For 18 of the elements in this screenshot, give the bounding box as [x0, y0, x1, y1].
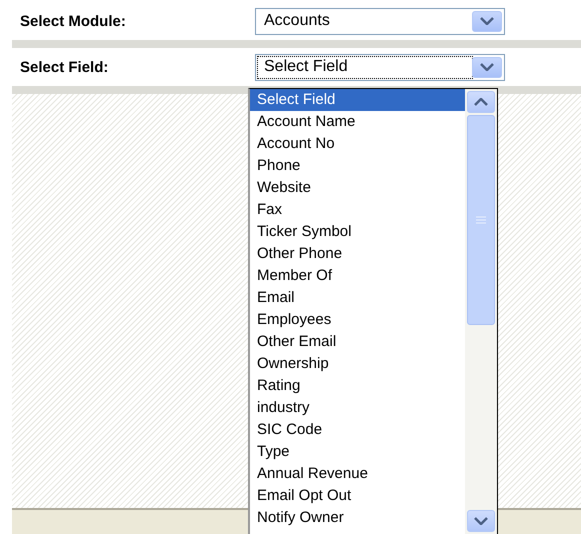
dropdown-arrow-button[interactable]	[472, 56, 502, 78]
dropdown-option[interactable]: Select Field	[250, 89, 465, 111]
chevron-down-icon	[480, 63, 494, 71]
chevron-down-icon	[480, 17, 494, 25]
select-value: Select Field	[258, 56, 472, 78]
grip-icon	[476, 216, 486, 224]
dropdown-select[interactable]: Select Field	[255, 54, 505, 80]
scroll-up-button[interactable]	[467, 91, 495, 113]
dropdown-select[interactable]: Accounts	[255, 8, 505, 34]
select-value: Accounts	[263, 11, 331, 31]
chevron-up-icon	[474, 98, 488, 106]
scroll-down-button[interactable]	[467, 510, 495, 532]
chevron-down-icon	[474, 517, 488, 525]
field-label: Select Field:	[19, 58, 110, 76]
scrollbar[interactable]	[465, 89, 497, 534]
dropdown-arrow-button[interactable]	[472, 10, 502, 32]
scroll-thumb[interactable]	[467, 115, 495, 325]
field-label: Select Module:	[19, 12, 127, 30]
